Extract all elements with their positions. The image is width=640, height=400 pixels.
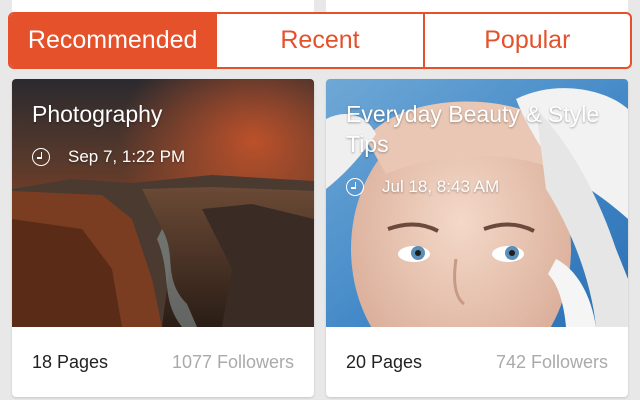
tab-popular[interactable]: Popular bbox=[422, 14, 630, 67]
card-title: Photography bbox=[32, 101, 163, 127]
magazine-card-beauty[interactable]: Everyday Beauty & Style Tips Jul 18, 8:4… bbox=[326, 79, 628, 397]
segmented-tab-bar: Recommended Recent Popular bbox=[8, 12, 632, 69]
follower-count: 1077 Followers bbox=[171, 351, 294, 372]
clock-icon bbox=[32, 148, 50, 166]
card-timestamp: Jul 18, 8:43 AM bbox=[346, 177, 499, 197]
card-timestamp: Sep 7, 1:22 PM bbox=[32, 147, 185, 167]
timestamp-text: Sep 7, 1:22 PM bbox=[68, 147, 186, 166]
beauty-cover-image: Everyday Beauty & Style Tips Jul 18, 8:4… bbox=[326, 79, 628, 327]
timestamp-text: Jul 18, 8:43 AM bbox=[382, 177, 500, 196]
magazine-card-photography[interactable]: Photography Sep 7, 1:22 PM 18 Pages 1077… bbox=[12, 79, 314, 397]
tab-recent[interactable]: Recent bbox=[215, 14, 422, 67]
canyon-cover-image: Photography Sep 7, 1:22 PM bbox=[12, 79, 314, 327]
card-footer: 20 Pages 742 Followers bbox=[326, 327, 628, 397]
page-count: 18 Pages bbox=[32, 351, 109, 372]
clock-icon bbox=[346, 178, 364, 196]
tab-recommended[interactable]: Recommended bbox=[10, 14, 216, 67]
card-title: Everyday Beauty & Style Tips bbox=[346, 101, 600, 157]
card-footer: 18 Pages 1077 Followers bbox=[12, 327, 314, 397]
page-count: 20 Pages bbox=[346, 351, 423, 372]
follower-count: 742 Followers bbox=[495, 351, 608, 372]
